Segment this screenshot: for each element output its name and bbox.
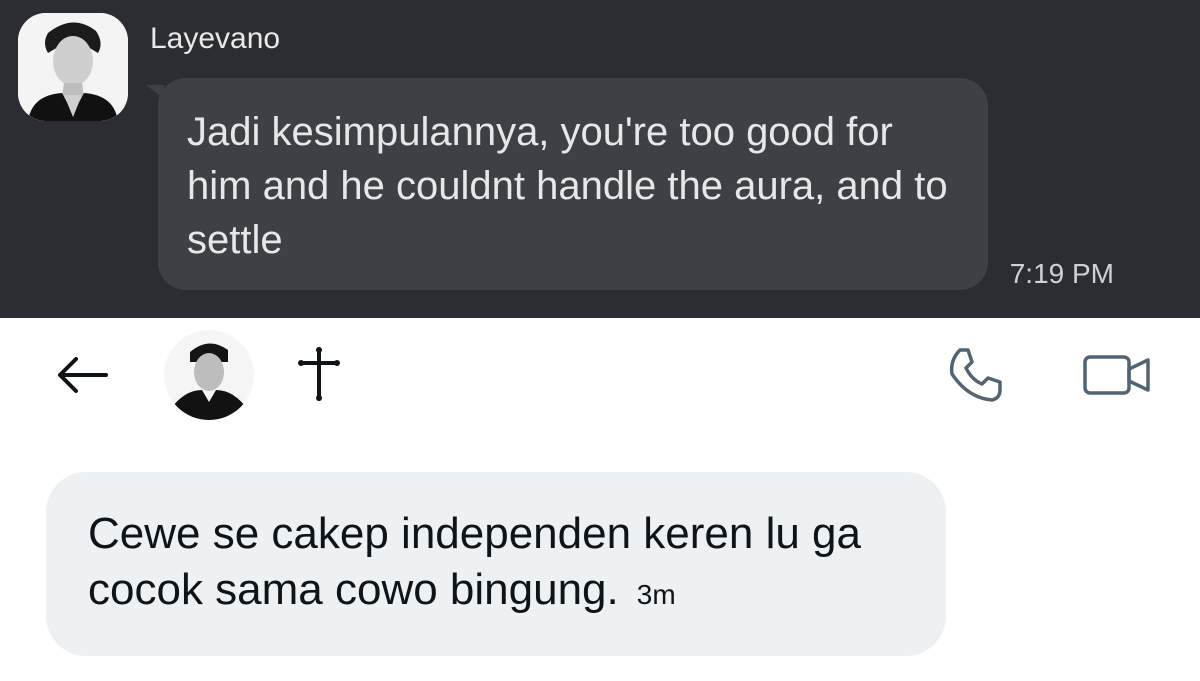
phone-icon — [949, 348, 1002, 402]
received-message-text: Cewe se cakep independen keren lu ga coc… — [88, 506, 908, 623]
arrow-left-icon — [58, 357, 108, 393]
back-button[interactable] — [54, 355, 110, 395]
video-call-button[interactable] — [1082, 352, 1152, 398]
call-button[interactable] — [944, 344, 1006, 406]
contact-avatar[interactable] — [164, 330, 254, 420]
received-message-text: Jadi kesimpulannya, you're too good for … — [187, 110, 948, 262]
cross-icon — [296, 347, 342, 401]
person-silhouette-icon — [164, 330, 254, 420]
message-timestamp: 7:19 PM — [1009, 258, 1114, 289]
message-text: Cewe se cakep independen keren lu ga coc… — [88, 509, 861, 614]
video-camera-icon — [1083, 355, 1150, 395]
sender-avatar[interactable] — [18, 13, 128, 121]
sender-name: Layevano — [150, 22, 281, 55]
message-timestamp: 3m — [636, 579, 676, 610]
person-silhouette-icon — [18, 13, 128, 121]
top-chat-panel: Layevano Jadi kesimpulannya, you're too … — [0, 0, 1200, 318]
